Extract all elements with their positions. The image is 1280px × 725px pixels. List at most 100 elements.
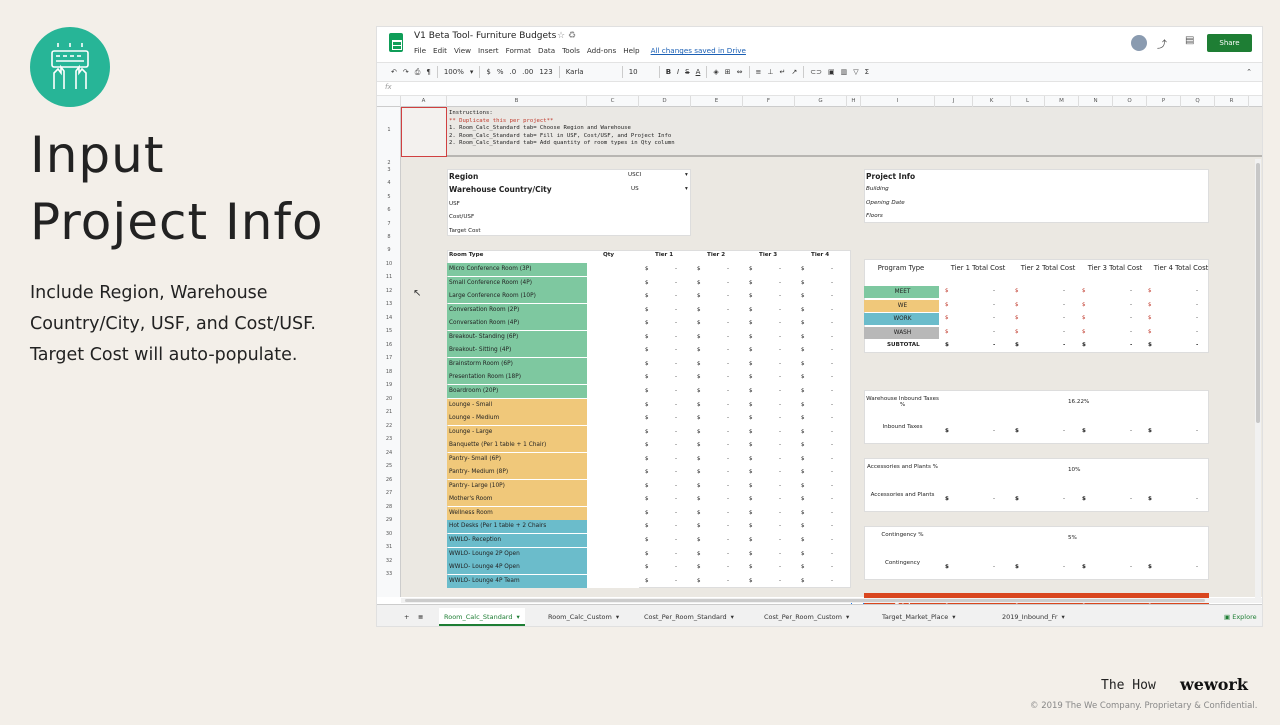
font-select[interactable]: Karla <box>566 68 616 76</box>
warehouse-select[interactable]: US <box>629 186 639 192</box>
row-header[interactable]: 6 <box>377 207 401 213</box>
row-header[interactable]: 14 <box>377 315 401 321</box>
inbound-taxes-pct-value[interactable]: 16.22% <box>1066 399 1089 405</box>
program-type-cell[interactable]: WORK <box>864 313 939 325</box>
room-type-cell[interactable]: WWLO- Reception <box>447 534 587 547</box>
italic-icon[interactable]: I <box>677 68 679 76</box>
accessories-pct-value[interactable]: 10% <box>1066 467 1080 473</box>
explore-button[interactable]: ▣ Explore <box>1219 608 1262 626</box>
qty-cell[interactable] <box>587 506 639 520</box>
row-header[interactable]: 11 <box>377 274 401 280</box>
room-type-cell[interactable]: Presentation Room (18P) <box>447 371 587 385</box>
qty-cell[interactable] <box>587 412 639 426</box>
room-type-cell[interactable]: Pantry- Large (10P) <box>447 479 587 493</box>
qty-cell[interactable] <box>587 357 639 371</box>
row-header[interactable]: 5 <box>377 194 401 200</box>
program-type-cell[interactable]: WE <box>864 299 939 312</box>
room-type-cell[interactable]: Lounge - Small <box>447 398 587 412</box>
comment-add-icon[interactable]: ▣ <box>828 68 835 76</box>
fill-color-icon[interactable]: ◈ <box>713 68 718 76</box>
menu-item-insert[interactable]: Insert <box>478 46 499 55</box>
row-header[interactable]: 3 <box>377 167 401 173</box>
column-header-e[interactable]: E <box>691 96 743 107</box>
column-header-m[interactable]: M <box>1045 96 1079 107</box>
room-type-cell[interactable]: Lounge - Medium <box>447 412 587 426</box>
menu-item-tools[interactable]: Tools <box>562 46 580 55</box>
menu-item-help[interactable]: Help <box>623 46 639 55</box>
room-type-cell[interactable]: Conversation Room (2P) <box>447 303 587 317</box>
row-header[interactable]: 20 <box>377 396 401 402</box>
saved-status[interactable]: All changes saved in Drive <box>651 46 746 55</box>
borders-icon[interactable]: ⊞ <box>725 68 731 76</box>
formula-bar[interactable]: fx <box>377 83 1262 96</box>
functions-icon[interactable]: Σ <box>865 68 869 76</box>
chevron-down-icon[interactable]: ▾ <box>616 613 619 621</box>
room-type-cell[interactable]: Brainstorm Room (6P) <box>447 357 587 371</box>
selected-cell-a1[interactable] <box>401 107 447 157</box>
room-type-cell[interactable]: Hot Desks (Per 1 table + 2 Chairs <box>447 520 587 534</box>
room-type-cell[interactable]: Wellness Room <box>447 506 587 520</box>
row-header[interactable]: 4 <box>377 180 401 186</box>
collapse-toolbar-icon[interactable]: ⌃ <box>1246 68 1252 76</box>
column-header-h[interactable]: H <box>847 96 861 107</box>
menu-item-data[interactable]: Data <box>538 46 555 55</box>
contingency-pct-value[interactable]: 5% <box>1066 535 1077 541</box>
corner-cell[interactable] <box>377 96 401 107</box>
row-header[interactable]: 30 <box>377 531 401 537</box>
row-header[interactable]: 16 <box>377 342 401 348</box>
document-title[interactable]: V1 Beta Tool- Furniture Budgets <box>414 31 556 41</box>
vertical-scrollbar[interactable] <box>1255 159 1261 599</box>
room-type-cell[interactable]: Breakout- Sitting (4P) <box>447 344 587 358</box>
room-type-cell[interactable]: Boardroom (20P) <box>447 384 587 398</box>
row-header[interactable]: 18 <box>377 369 401 375</box>
qty-cell[interactable] <box>587 466 639 480</box>
horizontal-scrollbar[interactable] <box>401 598 1262 603</box>
room-type-cell[interactable]: Breakout- Standing (6P) <box>447 330 587 344</box>
row-header[interactable]: 28 <box>377 504 401 510</box>
font-size-select[interactable]: 10 <box>629 68 653 76</box>
column-header-i[interactable]: I <box>861 96 935 107</box>
row-header[interactable]: 24 <box>377 450 401 456</box>
column-header-l[interactable]: L <box>1011 96 1045 107</box>
room-type-cell[interactable]: Mother's Room <box>447 493 587 507</box>
room-type-cell[interactable]: Lounge - Large <box>447 425 587 439</box>
room-type-cell[interactable]: Banquette (Per 1 table + 1 Chair) <box>447 439 587 453</box>
column-header-b[interactable]: B <box>447 96 587 107</box>
program-type-cell[interactable]: WASH <box>864 326 939 339</box>
column-header-d[interactable]: D <box>639 96 691 107</box>
column-header-n[interactable]: N <box>1079 96 1113 107</box>
percent-format-button[interactable]: % <box>497 68 504 76</box>
row-header[interactable]: 17 <box>377 355 401 361</box>
chevron-down-icon[interactable]: ▾ <box>470 68 474 76</box>
qty-cell[interactable] <box>587 303 639 317</box>
sheet-tab-cost-per-room-custom[interactable]: Cost_Per_Room_Custom ▾ <box>759 608 854 626</box>
activity-trend-icon[interactable]: ⤴ <box>1157 36 1167 51</box>
menu-item-view[interactable]: View <box>454 46 471 55</box>
chevron-down-icon[interactable]: ▾ <box>846 613 849 621</box>
menu-item-format[interactable]: Format <box>506 46 531 55</box>
horizontal-align-icon[interactable]: ≡ <box>756 68 762 76</box>
menu-item-add-ons[interactable]: Add-ons <box>587 46 616 55</box>
column-header-o[interactable]: O <box>1113 96 1147 107</box>
chart-icon[interactable]: ▥ <box>841 68 848 76</box>
qty-cell[interactable] <box>587 561 639 575</box>
column-header-c[interactable]: C <box>587 96 639 107</box>
chevron-down-icon[interactable]: ▾ <box>952 613 955 621</box>
qty-cell[interactable] <box>587 479 639 493</box>
room-type-cell[interactable]: Large Conference Room (10P) <box>447 290 587 304</box>
row-header[interactable]: 13 <box>377 301 401 307</box>
text-wrap-icon[interactable]: ↵ <box>779 68 785 76</box>
all-sheets-icon[interactable]: ≣ <box>413 608 428 626</box>
row-header[interactable]: 21 <box>377 409 401 415</box>
sheet-tab-2019-inbound-fr[interactable]: 2019_Inbound_Fr ▾ <box>997 608 1070 626</box>
row-header[interactable]: 2 <box>377 160 401 166</box>
row-header[interactable]: 12 <box>377 288 401 294</box>
menu-item-edit[interactable]: Edit <box>433 46 447 55</box>
strikethrough-icon[interactable]: S <box>685 68 689 76</box>
row-header[interactable]: 26 <box>377 477 401 483</box>
row-header[interactable]: 29 <box>377 517 401 523</box>
row-header[interactable]: 31 <box>377 544 401 550</box>
share-button[interactable]: Share <box>1207 34 1252 52</box>
row-header[interactable]: 19 <box>377 382 401 388</box>
chevron-down-icon[interactable]: ▾ <box>1062 613 1065 621</box>
